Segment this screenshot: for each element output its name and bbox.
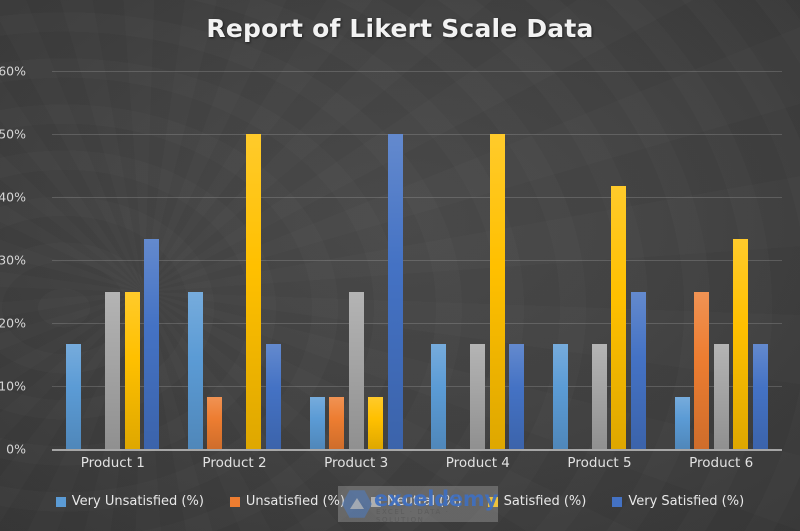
legend-label: Satisfied (%) [503, 494, 587, 509]
bar [509, 343, 525, 450]
bar [105, 291, 121, 449]
x-axis-category-label: Product 2 [202, 455, 267, 471]
legend-swatch-icon [370, 496, 381, 507]
bar [752, 343, 768, 450]
bar [552, 343, 568, 450]
bar [348, 291, 364, 449]
x-axis-category-label: Product 5 [567, 455, 632, 471]
chart-legend: Very Unsatisfied (%) Unsatisfied (%) Neutr… [0, 494, 800, 509]
bar [630, 291, 646, 449]
bar [329, 396, 345, 450]
bar [309, 396, 325, 450]
bar [265, 343, 281, 450]
bar-group [52, 71, 174, 450]
bar [387, 134, 403, 449]
bar [611, 186, 627, 449]
legend-item[interactable]: Satisfied (%) [487, 494, 587, 509]
bar-series-layer [52, 71, 782, 450]
y-axis-tick-label: 10% [0, 378, 26, 394]
bar [713, 343, 729, 450]
legend-label: Unsatisfied (%) [245, 494, 345, 509]
legend-item[interactable]: Unsatisfied (%) [229, 494, 345, 509]
plot-area: 0% 10% 20% 30% 40% 50% 60% [0, 64, 782, 457]
bar-group [539, 71, 661, 450]
bar-group [295, 71, 417, 450]
x-axis-category-label: Product 3 [324, 455, 389, 471]
legend-swatch-icon [612, 496, 623, 507]
chart-canvas: Report of Likert Scale Data 0% 10% 20% 30% 4… [0, 0, 800, 531]
legend-label: Very Satisfied (%) [628, 494, 745, 509]
y-axis-tick-label: 30% [0, 252, 26, 268]
bar [187, 291, 203, 449]
legend-item[interactable]: Very Unsatisfied (%) [55, 494, 204, 509]
y-axis-tick-label: 60% [0, 63, 26, 79]
bar [66, 343, 82, 450]
bar [470, 343, 486, 450]
bar [431, 343, 447, 450]
bar [694, 291, 710, 449]
watermark-tagline: EXCEL · DATA · SOLUTION [376, 508, 450, 524]
bar-group [660, 71, 782, 450]
chart-title: Report of Likert Scale Data [206, 14, 594, 43]
legend-swatch-icon [229, 496, 240, 507]
x-axis-category-label: Product 6 [689, 455, 754, 471]
bar [124, 291, 140, 449]
legend-swatch-icon [487, 496, 498, 507]
bar [144, 239, 160, 449]
x-axis-category-label: Product 1 [80, 455, 145, 471]
bar [207, 396, 223, 450]
bar [489, 134, 505, 449]
y-axis-tick-label: 50% [0, 126, 26, 142]
legend-label: Neutral (%) [386, 494, 462, 509]
y-axis-tick-label: 0% [6, 441, 26, 457]
legend-item[interactable]: Very Satisfied (%) [612, 494, 744, 509]
bar [246, 134, 262, 449]
x-axis-category-label: Product 4 [445, 455, 510, 471]
bar-group [417, 71, 539, 450]
bar [733, 239, 749, 449]
legend-label: Very Unsatisfied (%) [71, 494, 204, 509]
y-axis-tick-label: 20% [0, 315, 26, 331]
legend-swatch-icon [55, 496, 66, 507]
bar [368, 396, 384, 450]
x-axis-category-labels: Product 1 Product 2 Product 3 Product 4 Prod… [52, 455, 782, 483]
bar-group [174, 71, 296, 450]
legend-item[interactable]: Neutral (%) [370, 494, 462, 509]
y-axis-tick-label: 40% [0, 189, 26, 205]
bar [591, 343, 607, 450]
bar [674, 396, 690, 450]
x-axis-line [52, 449, 782, 451]
